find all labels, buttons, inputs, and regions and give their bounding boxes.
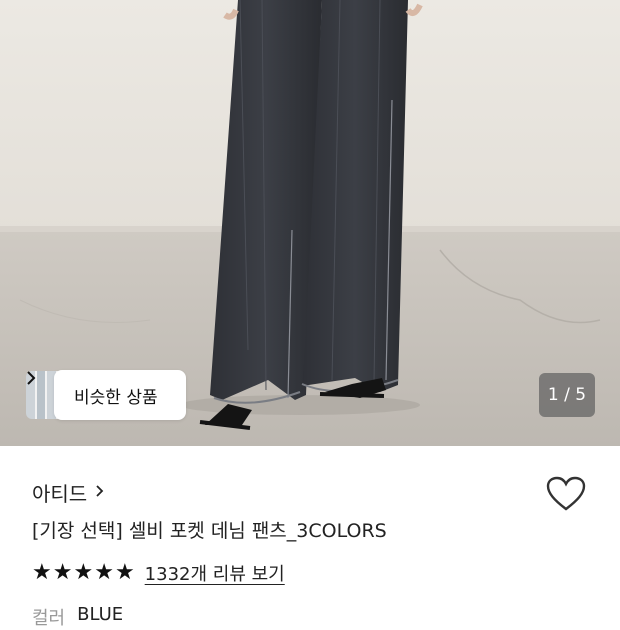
- color-value: BLUE: [77, 604, 124, 625]
- star-icon: ★: [52, 560, 73, 585]
- star-icon: ★: [73, 560, 94, 585]
- product-title: [기장 선택] 셀비 포켓 데님 팬츠_3COLORS: [32, 520, 387, 542]
- star-icon: ★: [32, 560, 52, 585]
- reviews-link[interactable]: 1332개 리뷰 보기: [145, 560, 285, 586]
- similar-products-label: 비슷한 상품: [74, 387, 158, 408]
- rating-row: ★ ★ ★ ★ ★ 1332개 리뷰 보기: [32, 560, 285, 586]
- similar-products-button[interactable]: 비슷한 상품: [26, 370, 186, 420]
- wishlist-heart-icon[interactable]: [546, 476, 586, 516]
- star-icon: ★: [114, 560, 135, 585]
- star-rating: ★ ★ ★ ★ ★: [32, 562, 135, 584]
- star-icon: ★: [94, 560, 114, 585]
- color-label: 컬러: [32, 608, 66, 629]
- product-image-carousel[interactable]: 비슷한 상품 1 / 5: [0, 0, 620, 446]
- brand-link[interactable]: 아티드: [32, 478, 104, 507]
- chevron-right-icon: [95, 482, 104, 503]
- brand-name: 아티드: [32, 482, 88, 506]
- color-option-row: 컬러 BLUE: [32, 604, 123, 630]
- image-page-counter: 1 / 5: [539, 373, 595, 417]
